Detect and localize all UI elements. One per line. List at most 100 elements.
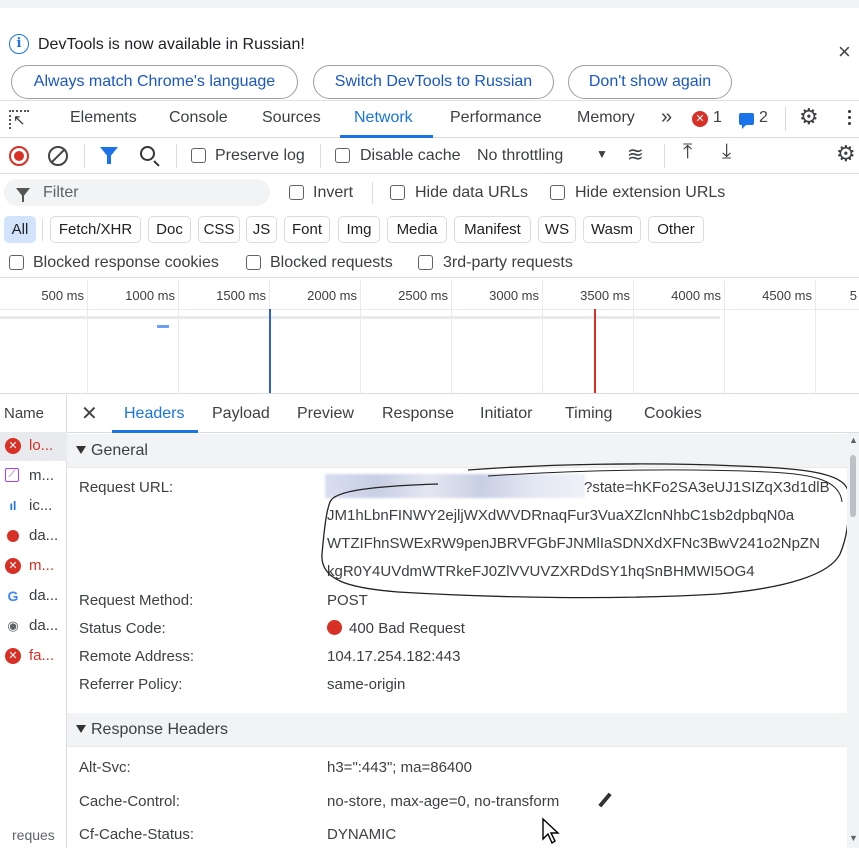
chip-js[interactable]: JS: [246, 216, 277, 243]
section-title: General: [91, 442, 148, 459]
scroll-down-icon[interactable]: ▼: [849, 833, 858, 843]
tab-performance[interactable]: Performance: [450, 109, 542, 127]
error-count-icon[interactable]: ✕: [692, 111, 708, 127]
throttling-select[interactable]: No throttling: [477, 147, 563, 165]
edit-pencil-icon[interactable]: [598, 792, 612, 808]
tab-console[interactable]: Console: [169, 109, 228, 127]
request-row[interactable]: ✕ m...: [0, 552, 67, 581]
blocked-response-cookies-checkbox[interactable]: [9, 255, 24, 270]
error-count[interactable]: 1: [713, 109, 722, 127]
network-conditions-icon[interactable]: ≋: [627, 142, 644, 167]
request-row[interactable]: ıl ic...: [0, 492, 67, 521]
chip-all[interactable]: All: [4, 216, 36, 243]
chip-manifest[interactable]: Manifest: [454, 216, 531, 243]
message-count[interactable]: 2: [759, 109, 768, 127]
referrer-policy-value: same-origin: [327, 676, 406, 693]
tab-memory[interactable]: Memory: [577, 109, 635, 127]
tab-network[interactable]: Network: [354, 109, 413, 127]
timeline-gridline: [360, 280, 361, 393]
request-url-label: Request URL:: [79, 479, 174, 496]
tab-payload[interactable]: Payload: [212, 405, 270, 423]
request-name: m...: [29, 467, 54, 484]
timeline-gridline: [451, 280, 452, 393]
chip-css[interactable]: CSS: [198, 216, 240, 243]
scrollbar-thumb[interactable]: [850, 455, 856, 517]
more-options-icon[interactable]: [848, 110, 852, 128]
always-match-language-button[interactable]: Always match Chrome's language: [11, 65, 298, 99]
tab-response[interactable]: Response: [382, 405, 454, 423]
tab-cookies[interactable]: Cookies: [644, 405, 702, 423]
chip-other[interactable]: Other: [648, 216, 704, 243]
error-icon: ✕: [5, 648, 21, 664]
divider: [372, 182, 373, 204]
hide-extension-urls-checkbox[interactable]: [550, 185, 565, 200]
request-summary: reques: [12, 827, 55, 843]
response-headers-section-header[interactable]: Response Headers: [67, 713, 847, 747]
more-tabs-button[interactable]: »: [661, 106, 672, 129]
filter-toggle-icon[interactable]: [100, 147, 118, 164]
tab-elements[interactable]: Elements: [70, 109, 137, 127]
clear-icon[interactable]: [48, 146, 68, 166]
timeline-tick-label: 2000 ms: [307, 288, 357, 303]
invert-checkbox[interactable]: [289, 185, 304, 200]
network-settings-gear-icon[interactable]: ⚙: [836, 141, 856, 167]
timeline-tick-label: 1500 ms: [216, 288, 266, 303]
timeline-gridline: [87, 280, 88, 393]
third-party-requests-checkbox[interactable]: [418, 255, 433, 270]
chip-fetch-xhr[interactable]: Fetch/XHR: [50, 216, 141, 243]
blocked-requests-label: Blocked requests: [270, 254, 393, 271]
referrer-policy-label: Referrer Policy:: [79, 676, 183, 693]
scroll-up-icon[interactable]: ▲: [849, 435, 858, 445]
chip-img[interactable]: Img: [338, 216, 380, 243]
request-name: da...: [29, 527, 59, 544]
close-detail-icon[interactable]: ✕: [81, 401, 98, 426]
request-row[interactable]: da...: [0, 522, 67, 551]
request-name: lo...: [29, 437, 54, 454]
network-overview-timeline[interactable]: 500 ms 1000 ms 1500 ms 2000 ms 2500 ms 3…: [0, 280, 859, 394]
record-icon[interactable]: [9, 146, 29, 166]
devtools-tab-bar: ↖ Elements Console Sources Network Perfo…: [0, 100, 859, 138]
filter-placeholder: Filter: [43, 184, 79, 201]
details-scrollbar[interactable]: ▲ ▼: [847, 433, 859, 848]
tab-initiator[interactable]: Initiator: [480, 405, 532, 423]
search-icon[interactable]: [140, 146, 155, 161]
blocked-requests-checkbox[interactable]: [246, 255, 261, 270]
chip-doc[interactable]: Doc: [148, 216, 191, 243]
chip-media[interactable]: Media: [387, 216, 447, 243]
chip-wasm[interactable]: Wasm: [583, 216, 641, 243]
dont-show-again-button[interactable]: Don't show again: [568, 65, 732, 99]
request-name: fa...: [29, 647, 55, 664]
chevron-down-icon[interactable]: ▼: [596, 147, 608, 161]
tab-timing[interactable]: Timing: [565, 405, 612, 423]
infobar-close-button[interactable]: ×: [838, 41, 851, 63]
export-har-icon[interactable]: ⤓: [722, 140, 731, 164]
filter-input[interactable]: Filter: [4, 179, 270, 206]
divider: [176, 144, 177, 168]
preserve-log-label: Preserve log: [215, 147, 305, 164]
expand-triangle-icon: [76, 725, 86, 733]
request-name: da...: [29, 587, 59, 604]
preserve-log-checkbox[interactable]: [191, 148, 206, 163]
request-row[interactable]: ✕ fa...: [0, 642, 67, 671]
message-count-icon[interactable]: [739, 113, 754, 129]
request-row[interactable]: G da...: [0, 582, 67, 611]
chip-font[interactable]: Font: [284, 216, 330, 243]
tab-sources[interactable]: Sources: [262, 109, 321, 127]
request-name: m...: [29, 557, 54, 574]
switch-to-russian-button[interactable]: Switch DevTools to Russian: [313, 65, 554, 99]
cf-cache-status-value: DYNAMIC: [327, 826, 397, 843]
tab-headers[interactable]: Headers: [124, 405, 184, 423]
request-row[interactable]: ✕ lo...: [0, 432, 67, 461]
hide-data-urls-checkbox[interactable]: [390, 185, 405, 200]
name-column-header[interactable]: Name: [4, 405, 44, 422]
import-har-icon[interactable]: ⤒: [683, 140, 692, 164]
tab-preview[interactable]: Preview: [297, 405, 354, 423]
request-row[interactable]: ◉ da...: [0, 612, 67, 641]
request-list: Name ✕ lo... ⟋ m... ıl ic... da... ✕ m..…: [0, 395, 67, 848]
disable-cache-checkbox[interactable]: [335, 148, 350, 163]
third-party-requests-label: 3rd-party requests: [443, 254, 573, 271]
network-toolbar: Preserve log Disable cache No throttling…: [0, 138, 859, 174]
settings-gear-icon[interactable]: ⚙: [799, 104, 819, 130]
request-row[interactable]: ⟋ m...: [0, 462, 67, 491]
chip-ws[interactable]: WS: [538, 216, 576, 243]
